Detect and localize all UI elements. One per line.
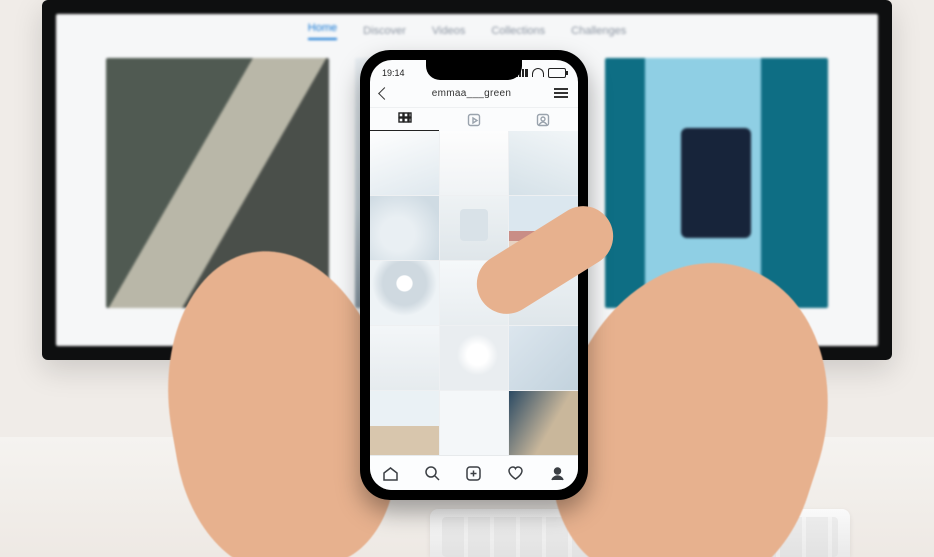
status-time: 19:14 xyxy=(382,68,405,78)
reels-icon xyxy=(467,113,481,127)
monitor-nav-item[interactable]: Collections xyxy=(491,25,545,37)
grid-icon xyxy=(398,112,412,126)
grid-photo[interactable] xyxy=(509,326,578,390)
monitor-nav-item[interactable]: Challenges xyxy=(571,25,626,37)
tab-reels[interactable] xyxy=(439,108,508,132)
profile-icon xyxy=(549,465,566,482)
photo-scene: Home Discover Videos Collections Challen… xyxy=(0,0,934,557)
plus-square-icon xyxy=(465,465,482,482)
home-icon xyxy=(382,465,399,482)
grid-photo[interactable] xyxy=(370,131,439,195)
profile-username[interactable]: emmaa___green xyxy=(432,88,512,99)
grid-photo[interactable] xyxy=(509,391,578,455)
nav-activity[interactable] xyxy=(495,456,537,490)
grid-photo[interactable] xyxy=(440,131,509,195)
nav-profile[interactable] xyxy=(536,456,578,490)
battery-icon xyxy=(548,68,566,78)
nav-search[interactable] xyxy=(412,456,454,490)
nav-add[interactable] xyxy=(453,456,495,490)
profile-view-tabs xyxy=(370,108,578,132)
menu-icon[interactable] xyxy=(554,88,568,98)
monitor-nav-item[interactable]: Videos xyxy=(432,25,465,37)
grid-photo[interactable] xyxy=(509,131,578,195)
bottom-nav xyxy=(370,455,578,490)
wifi-icon xyxy=(532,68,544,77)
heart-icon xyxy=(507,465,524,482)
profile-header: emmaa___green xyxy=(370,82,578,108)
search-icon xyxy=(424,465,441,482)
phone-notch xyxy=(426,60,522,80)
grid-photo[interactable] xyxy=(370,196,439,260)
monitor-nav: Home Discover Videos Collections Challen… xyxy=(56,14,878,48)
grid-photo[interactable] xyxy=(370,391,439,455)
grid-photo[interactable] xyxy=(370,326,439,390)
monitor-nav-item[interactable]: Home xyxy=(308,22,337,40)
tab-grid[interactable] xyxy=(370,108,439,132)
grid-photo[interactable] xyxy=(440,391,509,455)
back-icon[interactable] xyxy=(378,87,391,100)
nav-home[interactable] xyxy=(370,456,412,490)
tab-tagged[interactable] xyxy=(509,108,578,132)
grid-photo[interactable] xyxy=(370,261,439,325)
grid-photo[interactable] xyxy=(440,196,509,260)
grid-photo[interactable] xyxy=(440,326,509,390)
monitor-nav-item[interactable]: Discover xyxy=(363,25,406,37)
tagged-icon xyxy=(536,113,550,127)
